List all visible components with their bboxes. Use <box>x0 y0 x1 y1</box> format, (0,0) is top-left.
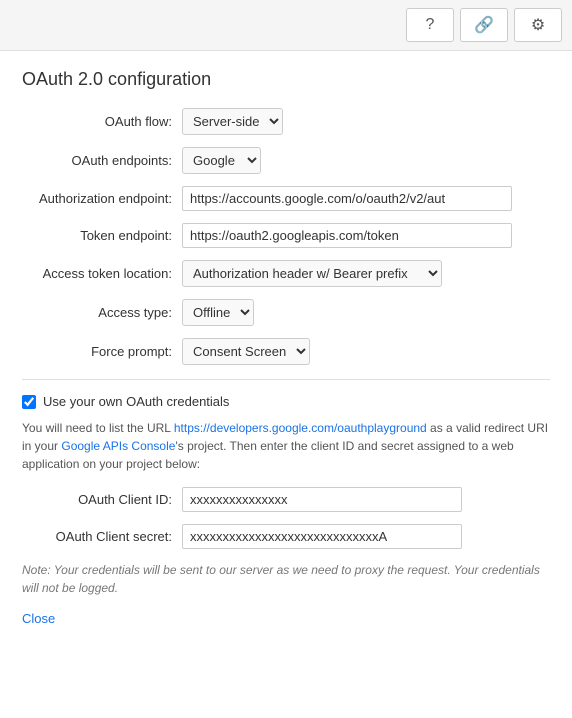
info-text-before-link: You will need to list the URL <box>22 421 174 435</box>
help-button[interactable]: ? <box>406 8 454 42</box>
page-title: OAuth 2.0 configuration <box>22 69 550 90</box>
client-secret-input[interactable] <box>182 524 462 549</box>
access-token-location-select[interactable]: Authorization header w/ Bearer prefix Qu… <box>182 260 442 287</box>
close-link[interactable]: Close <box>22 611 55 626</box>
force-prompt-label: Force prompt: <box>22 344 182 359</box>
oauth-endpoints-row: OAuth endpoints: Google Custom <box>22 147 550 174</box>
note-text: Note: Your credentials will be sent to o… <box>22 561 550 597</box>
token-endpoint-row: Token endpoint: <box>22 223 550 248</box>
oauth-endpoints-select[interactable]: Google Custom <box>182 147 261 174</box>
link-icon: 🔗 <box>474 15 494 35</box>
auth-endpoint-label: Authorization endpoint: <box>22 191 182 206</box>
client-id-row: OAuth Client ID: <box>22 487 550 512</box>
token-endpoint-input[interactable] <box>182 223 512 248</box>
access-type-select[interactable]: Offline Online <box>182 299 254 326</box>
auth-endpoint-input[interactable] <box>182 186 512 211</box>
use-own-credentials-row: Use your own OAuth credentials <box>22 394 550 409</box>
client-secret-row: OAuth Client secret: <box>22 524 550 549</box>
client-secret-label: OAuth Client secret: <box>22 529 182 544</box>
oauth-playground-link[interactable]: https://developers.google.com/oauthplayg… <box>174 421 427 435</box>
oauth-endpoints-label: OAuth endpoints: <box>22 153 182 168</box>
use-own-credentials-label[interactable]: Use your own OAuth credentials <box>43 394 229 409</box>
access-token-location-row: Access token location: Authorization hea… <box>22 260 550 287</box>
oauth-flow-row: OAuth flow: Server-side Client-side <box>22 108 550 135</box>
google-apis-console-link[interactable]: Google APIs Console <box>61 439 175 453</box>
access-type-row: Access type: Offline Online <box>22 299 550 326</box>
settings-icon: ⚙ <box>531 15 545 35</box>
main-content: OAuth 2.0 configuration OAuth flow: Serv… <box>0 51 572 646</box>
use-own-credentials-checkbox[interactable] <box>22 395 36 409</box>
force-prompt-select[interactable]: Consent Screen None Login <box>182 338 310 365</box>
settings-button[interactable]: ⚙ <box>514 8 562 42</box>
info-text: You will need to list the URL https://de… <box>22 419 550 473</box>
access-token-location-label: Access token location: <box>22 266 182 281</box>
force-prompt-row: Force prompt: Consent Screen None Login <box>22 338 550 365</box>
help-icon: ? <box>426 16 435 34</box>
divider <box>22 379 550 380</box>
access-type-label: Access type: <box>22 305 182 320</box>
top-toolbar: ? 🔗 ⚙ <box>0 0 572 51</box>
client-id-label: OAuth Client ID: <box>22 492 182 507</box>
oauth-flow-label: OAuth flow: <box>22 114 182 129</box>
link-button[interactable]: 🔗 <box>460 8 508 42</box>
client-id-input[interactable] <box>182 487 462 512</box>
auth-endpoint-row: Authorization endpoint: <box>22 186 550 211</box>
oauth-flow-select[interactable]: Server-side Client-side <box>182 108 283 135</box>
token-endpoint-label: Token endpoint: <box>22 228 182 243</box>
